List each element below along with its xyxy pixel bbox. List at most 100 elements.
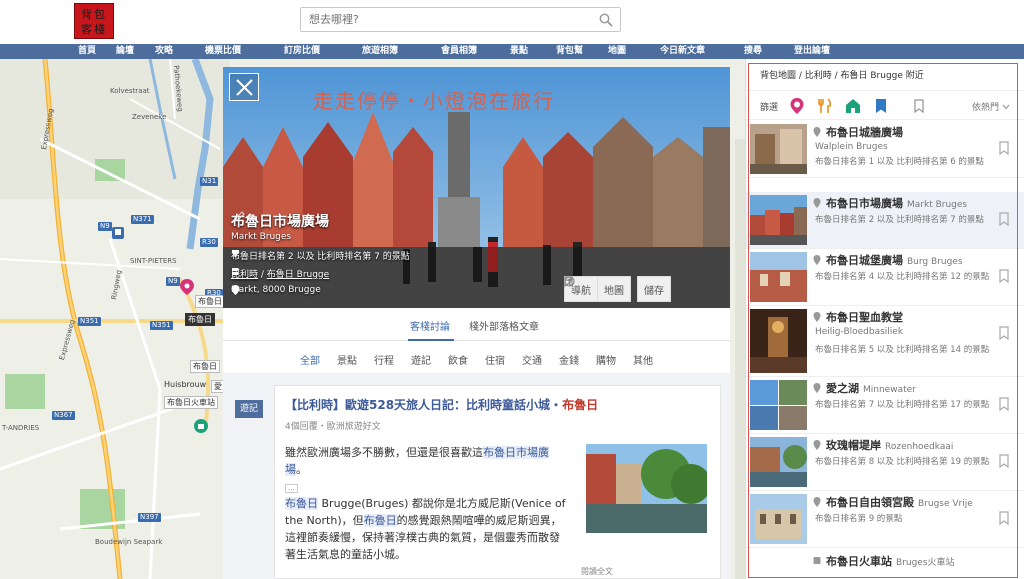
list-item[interactable]: 布魯日市場廣場 Markt Bruges 布魯日排名第 2 以及 比利時排名第 7… [746, 192, 1024, 249]
address-text: Markt, 8000 Brugge [231, 285, 321, 295]
location-pin-icon [813, 198, 821, 208]
nav-item-map[interactable]: 地圖 [608, 44, 626, 59]
post-body-text-2: 。 [296, 463, 307, 476]
category-itinerary[interactable]: 行程 [374, 352, 394, 367]
category-attractions[interactable]: 景點 [337, 352, 357, 367]
map-button-label: 地圖 [604, 285, 624, 297]
list-item[interactable]: 布魯日自由領宮殿 Brugse Vrije 布魯日排名第 9 的景點 [746, 491, 1024, 548]
attraction-pin-filter-icon[interactable] [789, 97, 805, 115]
list-item-name-text: 布魯日自由領宮殿 [826, 496, 914, 509]
save-button[interactable]: 儲存 [564, 276, 671, 302]
category-lodging[interactable]: 住宿 [485, 352, 505, 367]
nav-item-attractions[interactable]: 景點 [510, 44, 528, 59]
list-item[interactable]: 布魯日城堡廣場 Burg Bruges 布魯日排名第 4 以及 比利時排名第 12… [746, 249, 1024, 306]
post-body-highlight-2: 布魯日 [285, 497, 318, 510]
map-tag-bruges-selected[interactable]: 布魯日 [185, 313, 215, 326]
site-logo[interactable]: 背包 客棧 [74, 3, 114, 39]
read-more-link[interactable]: 閱讀全文 [581, 566, 613, 577]
road-shield-n351-a: N351 [78, 317, 101, 326]
edit-pencil-icon[interactable] [235, 211, 245, 221]
category-travelogue[interactable]: 遊記 [411, 352, 431, 367]
list-item-name-text: 愛之湖 [826, 382, 859, 395]
list-item-thumbnail [750, 124, 807, 174]
list-item[interactable]: 布魯日城牆廣場 Walplein Bruges 布魯日排名第 1 以及 比利時排… [746, 121, 1024, 178]
map-tag-bruges-1[interactable]: 布魯日 [195, 295, 225, 308]
list-item[interactable]: 愛之湖 Minnewater 布魯日排名第 7 以及 比利時排名第 17 的景點 [746, 377, 1024, 434]
attraction-location-links: 比利時 / 布魯日 Brugge [231, 267, 329, 280]
post-thumbnail[interactable] [586, 444, 707, 533]
list-item-photo [750, 437, 807, 487]
food-filter-icon[interactable] [817, 97, 833, 115]
category-shopping[interactable]: 購物 [596, 352, 616, 367]
nav-item-search[interactable]: 搜尋 [744, 44, 762, 59]
list-item[interactable]: 布魯日聖血教堂 Heilig-Bloedbasiliek 布魯日排名第 5 以及… [746, 306, 1024, 377]
post-title-text: 【比利時】歐遊528天旅人日記：比利時童話小城・ [285, 398, 563, 412]
bookmark-icon[interactable] [999, 269, 1009, 283]
list-item-photo [750, 494, 807, 544]
bookmark-icon [564, 276, 573, 287]
list-item-thumbnail [750, 252, 807, 302]
photo-watermark: 走走停停・小燈泡在旅行 [313, 89, 555, 113]
list-item-alt-name: Walplein Bruges [815, 142, 888, 152]
attraction-marker-icon[interactable] [194, 419, 208, 433]
bookmark-icon[interactable] [999, 454, 1009, 468]
bookmark-icon[interactable] [999, 141, 1009, 155]
nav-item-hotels[interactable]: 訂房比價 [284, 44, 320, 59]
city-link[interactable]: 布魯日 Brugge [267, 270, 329, 280]
post-card[interactable]: 【比利時】歐遊528天旅人日記：比利時童話小城・布魯日 4個回覆・歐洲旅遊好文 … [274, 385, 721, 579]
nav-item-logout[interactable]: 登出論壇 [794, 44, 830, 59]
category-food[interactable]: 飲食 [448, 352, 468, 367]
trophy-icon [232, 250, 239, 257]
list-item-alt-name: Heilig-Bloedbasiliek [815, 327, 904, 337]
list-item-thumbnail [750, 494, 807, 544]
list-item-name-text: 布魯日城堡廣場 [826, 254, 903, 267]
breadcrumb[interactable]: 背包地圖 / 比利時 / 布魯日 Brugge 附近 [760, 68, 924, 81]
nav-item-backpacker-help[interactable]: 背包幫 [556, 44, 583, 59]
search-input[interactable] [301, 8, 581, 31]
list-item-name-text: 布魯日市場廣場 [826, 197, 903, 210]
map-pin-icon[interactable] [180, 279, 194, 295]
list-item-photo [750, 252, 807, 302]
list-item[interactable]: 玫瑰帽堤岸 Rozenhoedkaai 布魯日排名第 8 以及 比利時排名第 19… [746, 434, 1024, 491]
nav-item-home[interactable]: 首頁 [78, 44, 96, 59]
bookmark-icon[interactable] [999, 511, 1009, 525]
list-item[interactable]: 布魯日火車站 Bruges火車站 [746, 548, 1024, 579]
category-money[interactable]: 金錢 [559, 352, 579, 367]
tab-external-blogs[interactable]: 棧外部落格文章 [469, 318, 539, 333]
bookmark-icon[interactable] [999, 326, 1009, 340]
category-other[interactable]: 其他 [633, 352, 653, 367]
map-tag-bruges-station[interactable]: 布魯日火車站 [164, 396, 218, 409]
chevron-down-icon [1002, 104, 1010, 110]
list-item-name: 玫瑰帽堤岸 Rozenhoedkaai [826, 437, 953, 453]
tab-forum-discussion[interactable]: 客棧討論 [410, 318, 450, 333]
train-station-icon[interactable] [112, 227, 124, 239]
lodging-filter-icon[interactable] [845, 97, 861, 115]
post-title[interactable]: 【比利時】歐遊528天旅人日記：比利時童話小城・布魯日 [285, 396, 598, 413]
nav-item-new-posts[interactable]: 今日新文章 [660, 44, 705, 59]
nav-item-travel-albums[interactable]: 旅遊相簿 [362, 44, 398, 59]
bookmark-icon[interactable] [999, 397, 1009, 411]
map-label-sint-pieters: SINT-PIETERS [130, 257, 177, 265]
nav-item-guides[interactable]: 攻略 [155, 44, 173, 59]
map-tag-bruges-3[interactable]: 布魯日 [190, 360, 220, 373]
filter-bar: 篩選 依熱門 [746, 90, 1024, 120]
saved-filter-icon[interactable] [873, 97, 889, 115]
map-button[interactable]: 地圖 [564, 276, 631, 302]
search-icon[interactable] [599, 13, 613, 27]
sort-label: 依熱門 [972, 103, 1000, 113]
list-item-name-text: 布魯日聖血教堂 [826, 311, 903, 324]
bookmark-icon[interactable] [999, 212, 1009, 226]
list-item-rank: 布魯日排名第 8 以及 比利時排名第 19 的景點 [815, 457, 990, 467]
list-item-rank: 布魯日排名第 2 以及 比利時排名第 7 的景點 [815, 215, 984, 225]
map-label-zeveneke: Zeveneke [132, 113, 167, 121]
category-transport[interactable]: 交通 [522, 352, 542, 367]
sort-dropdown[interactable]: 依熱門 [972, 100, 1010, 113]
hero-image: 走走停停・小燈泡在旅行 布魯日市場廣場 Markt Bruges 布魯日排名第 … [223, 67, 730, 308]
bookmark-filter-icon[interactable] [911, 97, 927, 115]
close-button[interactable] [229, 73, 259, 101]
attraction-title: 布魯日市場廣場 [231, 211, 329, 231]
nav-item-member-albums[interactable]: 會員相簿 [441, 44, 477, 59]
nav-item-forum[interactable]: 論壇 [116, 44, 134, 59]
category-all[interactable]: 全部 [300, 352, 320, 367]
nav-item-flights[interactable]: 機票比價 [205, 44, 241, 59]
